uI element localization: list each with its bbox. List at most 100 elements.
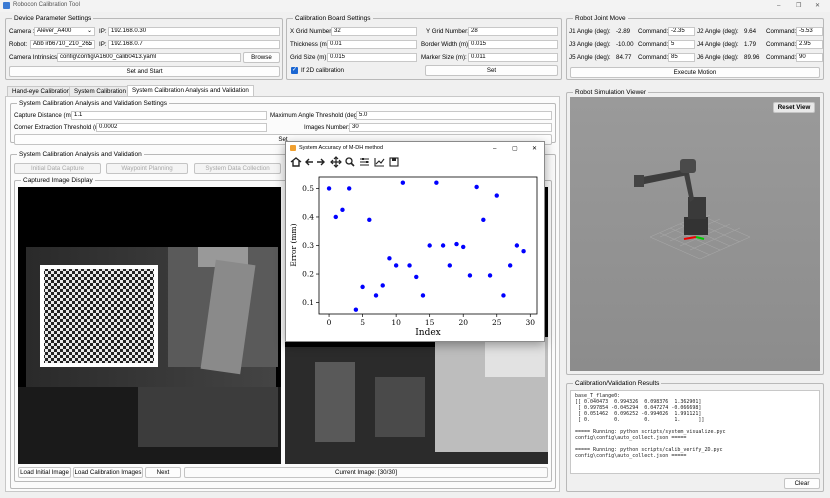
analysis-title: System Calibration Analysis and Validati…	[17, 150, 144, 159]
data-point	[467, 273, 473, 278]
plot-app-icon	[290, 145, 296, 151]
reset-view-button[interactable]: Reset View	[773, 102, 815, 113]
plot-maximize-button[interactable]: ▢	[512, 144, 518, 153]
joint-2-label: J2 Angle (deg):	[697, 28, 739, 35]
robot-ip-label: IP:	[99, 41, 107, 48]
joint-2-command-input[interactable]: -5.53	[796, 27, 823, 36]
app-icon	[3, 2, 10, 9]
data-point	[514, 243, 520, 248]
data-point	[474, 184, 479, 190]
joint-3-label: J3 Angle (deg):	[569, 41, 611, 48]
if-2d-checkbox[interactable]: ✓	[291, 67, 298, 74]
chevron-down-icon: ⌄	[86, 41, 92, 47]
y-tick-label: 0.3	[302, 241, 314, 250]
waypoint-planning-button[interactable]: Waypoint Planning	[106, 163, 188, 174]
load-calibration-images-button[interactable]: Load Calibration Images	[73, 467, 143, 478]
joint-4-label: J4 Angle (deg):	[697, 41, 739, 48]
max-angle-input[interactable]: 5.0	[356, 111, 552, 120]
joint-1-command-label: Command:	[638, 28, 669, 35]
data-point	[373, 293, 379, 298]
back-icon[interactable]	[305, 158, 313, 166]
y-tick-label: 0.2	[302, 270, 314, 279]
joint-5-value: 84.77	[616, 54, 632, 61]
joint-4-command-input[interactable]: 2.95	[796, 40, 823, 49]
robot-model	[634, 159, 751, 260]
save-icon[interactable]	[389, 157, 399, 167]
data-point	[367, 217, 372, 223]
joint-2-value: 9.64	[744, 28, 757, 35]
results-log[interactable]: base_T_flange0: [[ 0.040473 0.994326 0.0…	[570, 390, 820, 474]
joint-1-label: J1 Angle (deg):	[569, 28, 611, 35]
thickness-input[interactable]: 0.01	[327, 40, 417, 49]
y-axis-label: Error (mm)	[289, 223, 298, 266]
camera-select[interactable]: Alever_A400 ⌄	[34, 27, 95, 36]
initial-data-capture-button[interactable]: Initial Data Capture	[14, 163, 101, 174]
minimize-button[interactable]: –	[777, 1, 780, 10]
data-point	[420, 293, 426, 298]
plot-window-titlebar: System Accuracy of M-DH method – ▢ ✕	[286, 142, 544, 155]
border-width-label: Border Width (m):	[421, 41, 470, 48]
set-and-start-button[interactable]: Set and Start	[9, 66, 280, 77]
title-bar: Robocon Calibration Tool – ❐ ✕	[0, 0, 830, 12]
x-axis-label: Index	[415, 328, 441, 338]
joint-6-label: J6 Angle (deg):	[697, 54, 739, 61]
clear-button[interactable]: Clear	[784, 478, 820, 489]
joint-1-command-input[interactable]: -2.35	[668, 27, 695, 36]
load-initial-image-button[interactable]: Load Initial Image	[18, 467, 71, 478]
joint-3-command-input[interactable]: 5	[668, 40, 695, 49]
maximize-button[interactable]: ❐	[796, 1, 802, 10]
device-settings-title: Device Parameter Settings	[12, 14, 94, 23]
next-button[interactable]: Next	[145, 467, 181, 478]
x-tick-label: 20	[458, 318, 468, 327]
intrinsics-input[interactable]: config\config\A1600_calib0413.yaml	[57, 53, 241, 62]
forward-icon[interactable]	[317, 158, 325, 166]
joint-6-value: 89.96	[744, 54, 760, 61]
system-data-collection-button[interactable]: System Data Collection	[194, 163, 281, 174]
images-number-input[interactable]: 30	[349, 123, 552, 132]
tab-hand-eye[interactable]: Hand-eye Calibration	[7, 86, 76, 96]
data-point	[346, 186, 352, 191]
ygrid-input[interactable]: 28	[468, 27, 558, 36]
tab-system-calibration[interactable]: System Calibration	[69, 86, 131, 96]
border-width-input[interactable]: 0.015	[468, 40, 558, 49]
tab-analysis-validation[interactable]: System Calibration Analysis and Validati…	[127, 85, 254, 96]
plot-minimize-button[interactable]: –	[493, 144, 496, 153]
edit-axes-icon[interactable]	[374, 158, 385, 167]
marker-size-input[interactable]: 0.011	[468, 53, 558, 62]
data-point	[501, 293, 506, 298]
data-point	[487, 273, 493, 278]
capture-distance-label: Capture Distance (m):	[14, 112, 75, 119]
data-point	[393, 263, 399, 268]
robot-select[interactable]: Abb irb6710_210_265 ⌄	[30, 40, 95, 49]
corner-threshold-input[interactable]: 0.0002	[96, 123, 267, 132]
execute-motion-button[interactable]: Execute Motion	[570, 67, 820, 78]
joint-5-command-input[interactable]: 85	[668, 53, 695, 62]
joint-5-label: J5 Angle (deg):	[569, 54, 611, 61]
plot-close-button[interactable]: ✕	[532, 144, 537, 153]
sim-viewport[interactable]	[570, 97, 820, 371]
data-point	[326, 186, 332, 191]
home-icon[interactable]	[290, 157, 302, 167]
robot-ip-input[interactable]: 192.168.0.7	[108, 40, 280, 49]
data-point	[414, 274, 419, 280]
y-tick-label: 0.5	[302, 184, 314, 193]
data-point	[521, 249, 526, 254]
zoom-icon[interactable]	[345, 157, 355, 167]
data-point	[387, 256, 392, 261]
data-point	[461, 244, 466, 250]
captured-image-left	[18, 187, 281, 464]
configure-icon[interactable]	[360, 158, 369, 166]
board-set-button[interactable]: Set	[425, 65, 558, 76]
grid-size-input[interactable]: 0.015	[327, 53, 417, 62]
browse-button[interactable]: Browse	[243, 52, 280, 63]
camera-ip-input[interactable]: 192.168.0.30	[108, 27, 280, 36]
data-point	[407, 263, 412, 268]
joint-move-title: Robot Joint Move	[573, 14, 628, 23]
pan-icon[interactable]	[330, 156, 342, 168]
close-button[interactable]: ✕	[815, 1, 820, 10]
xgrid-input[interactable]: 32	[331, 27, 417, 36]
capture-distance-input[interactable]: 1.1	[71, 111, 267, 120]
images-number-label: Images Number:	[304, 124, 350, 131]
joint-6-command-input[interactable]: 90	[796, 53, 823, 62]
xgrid-label: X Grid Number:	[290, 28, 333, 35]
